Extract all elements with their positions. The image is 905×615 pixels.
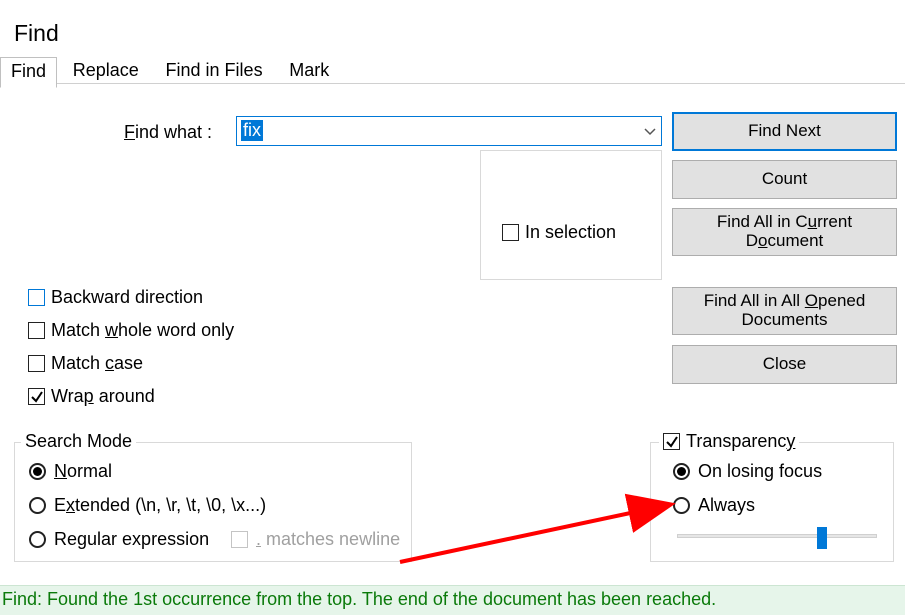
checkbox-icon xyxy=(28,355,45,372)
chevron-down-icon[interactable] xyxy=(643,124,657,144)
matches-newline-label: . matches newline xyxy=(256,529,400,550)
transparency-on-losing-focus-radio[interactable]: On losing focus xyxy=(673,461,822,482)
close-button[interactable]: Close xyxy=(672,345,897,384)
slider-track xyxy=(677,534,877,538)
transparency-slider[interactable] xyxy=(677,527,877,545)
search-mode-group: Search Mode Normal Extended (\n, \r, \t,… xyxy=(14,442,412,562)
in-selection-checkbox[interactable]: In selection xyxy=(502,222,616,243)
transparency-always-radio[interactable]: Always xyxy=(673,495,755,516)
find-what-value: fix xyxy=(241,120,263,141)
tab-mark[interactable]: Mark xyxy=(278,56,340,86)
wrap-around-checkbox[interactable]: Wrap around xyxy=(28,386,155,407)
transparency-legend: Transparency xyxy=(686,431,795,452)
checkbox-icon xyxy=(28,388,45,405)
in-selection-panel xyxy=(480,150,662,280)
find-what-combo[interactable]: fix xyxy=(236,116,662,146)
radio-label: On losing focus xyxy=(698,461,822,482)
in-selection-label: In selection xyxy=(525,222,616,243)
wrap-label: Wrap around xyxy=(51,386,155,407)
radio-icon xyxy=(29,497,46,514)
checkbox-icon xyxy=(663,433,680,450)
radio-icon xyxy=(29,463,46,480)
whole-word-label: Match whole word only xyxy=(51,320,234,341)
backward-direction-checkbox[interactable]: Backward direction xyxy=(28,287,203,308)
checkbox-icon xyxy=(502,224,519,241)
find-all-current-doc-button[interactable]: Find All in Current Document xyxy=(672,208,897,256)
search-mode-regex-radio[interactable]: Regular expression xyxy=(29,529,209,550)
find-dialog: Find Find Replace Find in Files Mark Fin… xyxy=(0,0,905,615)
radio-label: Regular expression xyxy=(54,529,209,550)
match-case-label: Match case xyxy=(51,353,143,374)
search-mode-normal-radio[interactable]: Normal xyxy=(29,461,112,482)
radio-label: Always xyxy=(698,495,755,516)
tab-find-in-files[interactable]: Find in Files xyxy=(155,56,274,86)
match-case-checkbox[interactable]: Match case xyxy=(28,353,143,374)
button-line2: Documents xyxy=(742,311,828,330)
slider-thumb[interactable] xyxy=(817,527,827,549)
window-title: Find xyxy=(14,20,59,47)
radio-label: Extended (\n, \r, \t, \0, \x...) xyxy=(54,495,266,516)
search-mode-extended-radio[interactable]: Extended (\n, \r, \t, \0, \x...) xyxy=(29,495,266,516)
backward-label: Backward direction xyxy=(51,287,203,308)
status-bar: Find: Found the 1st occurrence from the … xyxy=(0,585,905,615)
radio-icon xyxy=(673,463,690,480)
find-what-label: Find what : xyxy=(124,122,212,143)
whole-word-checkbox[interactable]: Match whole word only xyxy=(28,320,234,341)
find-all-open-docs-button[interactable]: Find All in All Opened Documents xyxy=(672,287,897,335)
checkbox-icon xyxy=(28,322,45,339)
button-line1: Find All in Current xyxy=(717,213,852,232)
checkbox-icon xyxy=(28,289,45,306)
matches-newline-checkbox: . matches newline xyxy=(231,529,400,550)
button-line1: Find All in All Opened xyxy=(704,292,866,311)
radio-label: Normal xyxy=(54,461,112,482)
checkbox-icon xyxy=(231,531,248,548)
radio-icon xyxy=(29,531,46,548)
tab-replace[interactable]: Replace xyxy=(62,56,150,86)
transparency-group: Transparency On losing focus Always xyxy=(650,442,894,562)
button-line2: Document xyxy=(746,232,824,251)
search-mode-legend: Search Mode xyxy=(21,431,136,452)
tabstrip: Find Replace Find in Files Mark xyxy=(0,56,905,84)
count-button[interactable]: Count xyxy=(672,160,897,199)
find-next-button[interactable]: Find Next xyxy=(672,112,897,151)
radio-icon xyxy=(673,497,690,514)
tab-find[interactable]: Find xyxy=(0,57,57,88)
transparency-checkbox[interactable]: Transparency xyxy=(659,431,799,452)
